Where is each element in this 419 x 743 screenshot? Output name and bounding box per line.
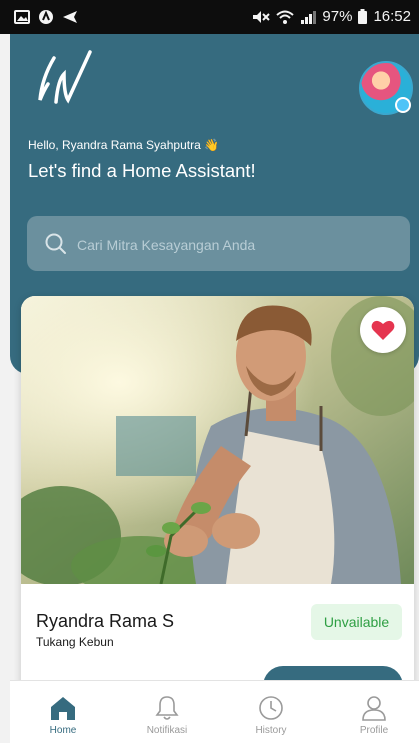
app-logo xyxy=(38,50,92,104)
gallery-notification-icon xyxy=(14,10,30,24)
status-bar: 97% 16:52 xyxy=(0,0,419,34)
nav-label-history: History xyxy=(255,725,287,736)
assistant-photo xyxy=(21,296,414,584)
favorite-button[interactable] xyxy=(360,307,406,353)
wifi-icon xyxy=(276,10,295,24)
send-notification-icon xyxy=(63,11,77,23)
nav-item-notifikasi[interactable]: Notifikasi xyxy=(127,695,207,736)
status-bar-left xyxy=(14,9,78,25)
greeting-text: Hello, Ryandra Rama Syahputra 👋 xyxy=(28,138,220,152)
nav-item-profile[interactable]: Profile xyxy=(334,695,414,736)
clock-icon xyxy=(259,696,283,720)
search-input[interactable] xyxy=(75,226,399,263)
mute-icon xyxy=(253,10,271,23)
nav-label-home: Home xyxy=(49,725,77,736)
assistant-name: Ryandra Rama S xyxy=(36,611,175,631)
nav-label-notifikasi: Notifikasi xyxy=(146,725,188,736)
search-icon xyxy=(45,233,66,254)
clock-time: 16:52 xyxy=(373,8,411,25)
assistant-card[interactable]: Ryandra Rama S Tukang Kebun Unvailable xyxy=(21,296,414,716)
bell-icon xyxy=(155,696,179,720)
nav-item-history[interactable]: History xyxy=(231,695,311,736)
assistant-job: Tukang Kebun xyxy=(36,635,114,649)
page-headline: Let's find a Home Assistant! xyxy=(28,160,256,181)
verified-badge-icon xyxy=(395,97,411,113)
home-icon xyxy=(51,697,75,720)
battery-percent: 97% xyxy=(322,8,353,25)
app-notification-icon xyxy=(39,10,53,24)
heart-icon xyxy=(371,320,395,340)
status-bar-right: 97% 16:52 xyxy=(252,8,411,25)
person-icon xyxy=(362,696,386,721)
search-bar[interactable] xyxy=(27,216,410,271)
status-badge: Unvailable xyxy=(311,604,402,640)
bottom-nav: Home Notifikasi History Profile xyxy=(10,680,419,743)
nav-item-home[interactable]: Home xyxy=(23,695,103,736)
battery-icon xyxy=(358,9,368,24)
nav-label-profile: Profile xyxy=(359,725,389,736)
signal-icon xyxy=(301,10,317,24)
